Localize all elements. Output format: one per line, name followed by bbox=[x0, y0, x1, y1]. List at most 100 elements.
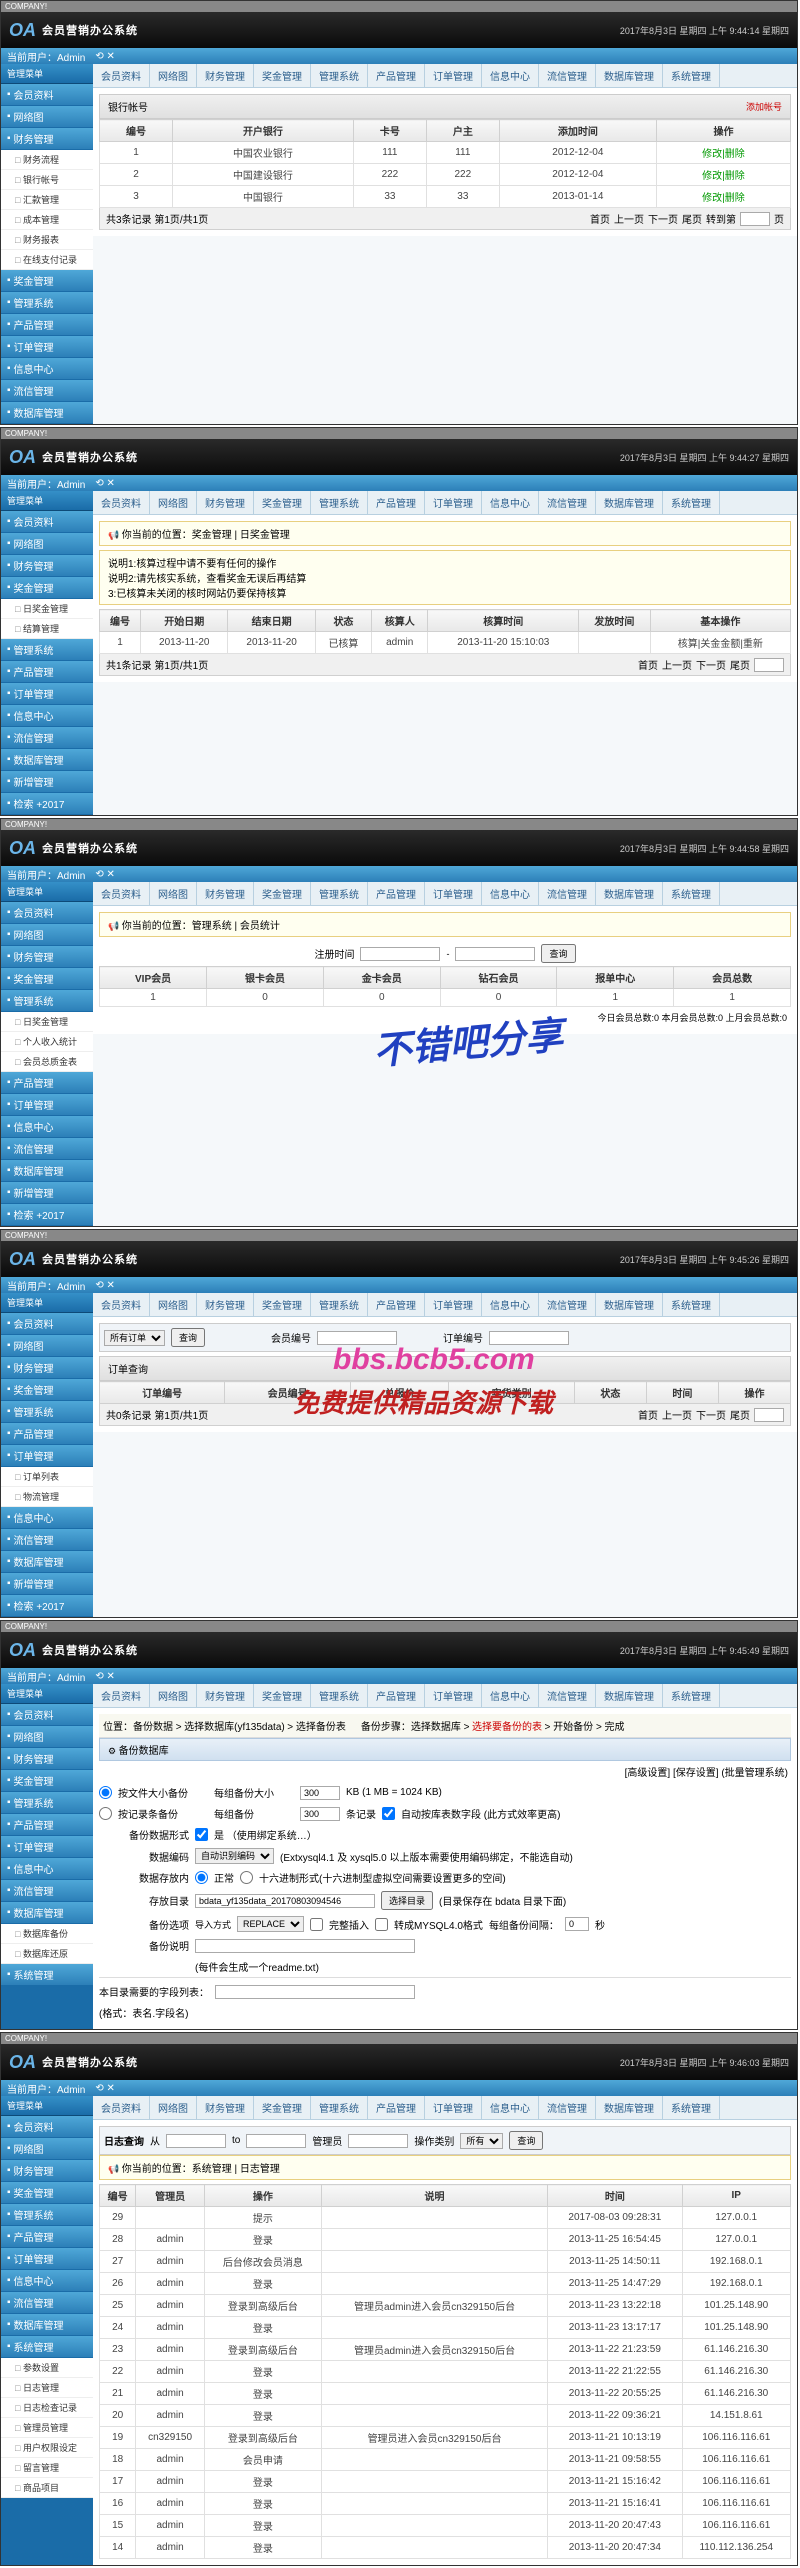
current-user: 当前用户：Admin bbox=[7, 49, 85, 64]
screen-backup: COMPANY! OA会员营销办公系统2017年8月3日 星期四 上午 9:45… bbox=[0, 1620, 798, 2030]
tab[interactable]: 网络图 bbox=[150, 64, 197, 87]
sidebar-item[interactable]: 流信管理 bbox=[1, 727, 93, 749]
mysql4-chk[interactable] bbox=[375, 1918, 388, 1931]
row-actions[interactable]: 修改|删除 bbox=[656, 142, 790, 164]
tab[interactable]: 流信管理 bbox=[539, 64, 596, 87]
pager-goto-label: 转到第 bbox=[706, 211, 736, 226]
breadcrumb: 📢 你当前的位置：管理系统 | 会员统计 bbox=[99, 912, 791, 937]
stats-table: VIP会员银卡会员金卡会员钻石会员报单中心会员总数 100011 bbox=[99, 966, 791, 1007]
sidebar-item[interactable]: 会员资料 bbox=[1, 511, 93, 533]
backup-crumb: 位置：备份数据 > 选择数据库(yf135data) > 选择备份表 备份步骤：… bbox=[99, 1714, 791, 1738]
tab[interactable]: 会员资料 bbox=[93, 64, 150, 87]
search-button[interactable]: 查询 bbox=[509, 2131, 543, 2150]
sidebar-item[interactable]: 流信管理 bbox=[1, 380, 93, 402]
pager-goto-input[interactable] bbox=[740, 212, 770, 226]
pager-next[interactable]: 下一页 bbox=[648, 211, 678, 226]
size-input[interactable] bbox=[300, 1786, 340, 1800]
tab[interactable]: 订单管理 bbox=[425, 64, 482, 87]
screen-bank: COMPANY! OA 会员营销办公系统 2017年8月3日 星期四 上午 9:… bbox=[0, 0, 798, 425]
tab[interactable]: 系统管理 bbox=[663, 64, 720, 87]
sidebar-item[interactable]: 产品管理 bbox=[1, 661, 93, 683]
search-button[interactable]: 查询 bbox=[541, 944, 575, 963]
table-row: 25admin登录到高级后台管理员admin进入会员cn329150后台2013… bbox=[100, 2295, 791, 2317]
order-type-select[interactable]: 所有订单 bbox=[104, 1330, 165, 1346]
table-row: 19cn329150登录到高级后台管理员进入会员cn329150后台2013-1… bbox=[100, 2427, 791, 2449]
pager-prev[interactable]: 上一页 bbox=[614, 211, 644, 226]
pager-last[interactable]: 尾页 bbox=[682, 211, 702, 226]
sidebar-sub[interactable]: 财务流程 bbox=[1, 150, 93, 170]
sidebar-item[interactable]: 信息中心 bbox=[1, 358, 93, 380]
sidebar-item[interactable]: 信息中心 bbox=[1, 705, 93, 727]
table-row: 20admin登录2013-11-22 09:36:2114.151.8.61 bbox=[100, 2405, 791, 2427]
pager-first[interactable]: 首页 bbox=[590, 211, 610, 226]
hex-radio[interactable] bbox=[240, 1871, 253, 1884]
by-size-radio[interactable] bbox=[99, 1786, 112, 1799]
advanced-link[interactable]: [高级设置] [保存设置] (批量管理系统) bbox=[625, 1768, 788, 1779]
row-actions[interactable]: 修改|删除 bbox=[656, 164, 790, 186]
member-id-input[interactable] bbox=[317, 1331, 397, 1345]
topbar-icons[interactable]: ⟲ ✕ bbox=[95, 51, 115, 62]
sidebar-sub[interactable]: 财务报表 bbox=[1, 230, 93, 250]
sidebar-sub[interactable]: 汇款管理 bbox=[1, 190, 93, 210]
tab[interactable]: 财务管理 bbox=[197, 64, 254, 87]
sidebar-sub[interactable]: 成本管理 bbox=[1, 210, 93, 230]
sidebar-item[interactable]: 财务管理 bbox=[1, 128, 93, 150]
sidebar-item[interactable]: 网络图 bbox=[1, 533, 93, 555]
datetime: 2017年8月3日 星期四 上午 9:44:14 星期四 bbox=[620, 24, 789, 37]
sidebar-item[interactable]: 网络图 bbox=[1, 106, 93, 128]
sidebar-item[interactable]: 新增管理 bbox=[1, 771, 93, 793]
search-button[interactable]: 查询 bbox=[171, 1328, 205, 1347]
by-count-radio[interactable] bbox=[99, 1807, 112, 1820]
table-row: 27admin后台修改会员消息2013-11-25 14:50:11192.16… bbox=[100, 2251, 791, 2273]
tab[interactable]: 信息中心 bbox=[482, 64, 539, 87]
count-input[interactable] bbox=[300, 1807, 340, 1821]
sidebar-item[interactable]: 会员资料 bbox=[1, 84, 93, 106]
sidebar-sub[interactable]: 在线支付记录 bbox=[1, 250, 93, 270]
bank-table: 编号 开户银行 卡号 户主 添加时间 操作 1中国农业银行1111112012-… bbox=[99, 119, 791, 208]
th: 编号 bbox=[100, 120, 173, 142]
import-mode-select[interactable]: REPLACE bbox=[237, 1916, 304, 1932]
encoding-select[interactable]: 自动识别编码 bbox=[195, 1848, 274, 1864]
sidebar-item[interactable]: 奖金管理 bbox=[1, 577, 93, 599]
row-actions[interactable]: 修改|删除 bbox=[656, 186, 790, 208]
tab[interactable]: 数据库管理 bbox=[596, 64, 663, 87]
date-to[interactable] bbox=[455, 947, 535, 961]
log-admin[interactable] bbox=[348, 2134, 408, 2148]
sidebar-item[interactable]: 数据库管理 bbox=[1, 402, 93, 424]
sidebar-item[interactable]: 订单管理 bbox=[1, 336, 93, 358]
date-from[interactable] bbox=[360, 947, 440, 961]
normal-radio[interactable] bbox=[195, 1871, 208, 1884]
screen-orders: COMPANY! OA会员营销办公系统2017年8月3日 星期四 上午 9:45… bbox=[0, 1229, 798, 1618]
auto-chk[interactable] bbox=[382, 1807, 395, 1820]
sidebar-item[interactable]: 订单管理 bbox=[1, 683, 93, 705]
tab[interactable]: 奖金管理 bbox=[254, 64, 311, 87]
sidebar-item[interactable]: 奖金管理 bbox=[1, 270, 93, 292]
sidebar-sub[interactable]: 结算管理 bbox=[1, 619, 93, 639]
add-account-link[interactable]: 添加帐号 bbox=[746, 100, 782, 113]
interval-input[interactable] bbox=[565, 1917, 589, 1931]
sidebar-sub[interactable]: 日奖金管理 bbox=[1, 599, 93, 619]
dir-input[interactable] bbox=[195, 1894, 375, 1908]
form-chk[interactable] bbox=[195, 1828, 208, 1841]
sidebar-item[interactable]: 数据库管理 bbox=[1, 749, 93, 771]
full-insert-chk[interactable] bbox=[310, 1918, 323, 1931]
order-id-input[interactable] bbox=[489, 1331, 569, 1345]
choose-dir-button[interactable]: 选择目录 bbox=[381, 1891, 433, 1910]
sidebar-item[interactable]: 管理系统 bbox=[1, 292, 93, 314]
tab[interactable]: 管理系统 bbox=[311, 64, 368, 87]
sidebar-item[interactable]: 检索 +2017 bbox=[1, 793, 93, 815]
log-to[interactable] bbox=[246, 2134, 306, 2148]
sidebar-sub[interactable]: 银行帐号 bbox=[1, 170, 93, 190]
sidebar-item[interactable]: 财务管理 bbox=[1, 555, 93, 577]
row-actions[interactable]: 核算|关金金额|重新 bbox=[650, 632, 790, 654]
log-from[interactable] bbox=[166, 2134, 226, 2148]
fields-input[interactable] bbox=[215, 1985, 415, 1999]
sidebar-item[interactable]: 管理系统 bbox=[1, 639, 93, 661]
sidebar-item[interactable]: 产品管理 bbox=[1, 314, 93, 336]
notice-box: 说明1:核算过程中请不要有任何的操作 说明2:请先核实系统，查看奖金无误后再结算… bbox=[99, 550, 791, 605]
desc-input[interactable] bbox=[195, 1939, 415, 1953]
sidebar: 管理菜单 会员资料 网络图 财务管理 奖金管理 日奖金管理 结算管理 管理系统 … bbox=[1, 491, 93, 815]
breadcrumb: 📢 你当前的位置：系统管理 | 日志管理 bbox=[99, 2155, 791, 2180]
log-type-select[interactable]: 所有 bbox=[460, 2133, 503, 2149]
tab[interactable]: 产品管理 bbox=[368, 64, 425, 87]
